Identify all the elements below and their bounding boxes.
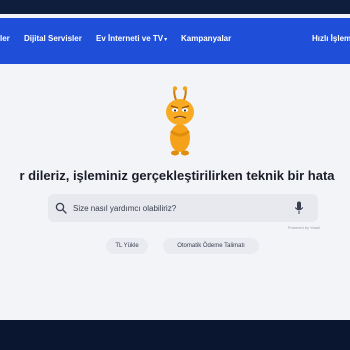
search-bar[interactable] [48,194,318,222]
monitor-top-bezel [0,0,350,14]
mascot-icon [166,86,194,156]
chevron-down-icon: ▾ [164,37,168,43]
nav-item-quick-transactions[interactable]: Hızlı İşleml [312,34,350,43]
top-up-tl-chip[interactable]: TL Yükle [106,238,148,254]
top-navigation: ler Dijital Servisler Ev İnterneti ve TV… [0,18,350,64]
nav-item-partial[interactable]: ler [0,34,10,43]
error-message-heading: r dileriz, işleminiz gerçekleştirilirken… [19,168,335,183]
microphone-icon[interactable] [294,201,304,215]
monitor-bottom-bezel [0,320,350,350]
auto-payment-instruction-chip[interactable]: Otomatik Ödeme Talimatı [163,238,259,254]
search-input[interactable] [73,199,283,217]
nav-item-campaigns[interactable]: Kampanyalar [181,34,231,43]
search-icon [55,202,67,214]
nav-item-label: Ev İnterneti ve TV [96,34,164,43]
nav-item-digital-services[interactable]: Dijital Servisler [24,34,82,43]
nav-item-home-internet-tv[interactable]: Ev İnterneti ve TV▾ [96,34,167,43]
powered-by-label: Powered by Yaani [287,225,320,230]
